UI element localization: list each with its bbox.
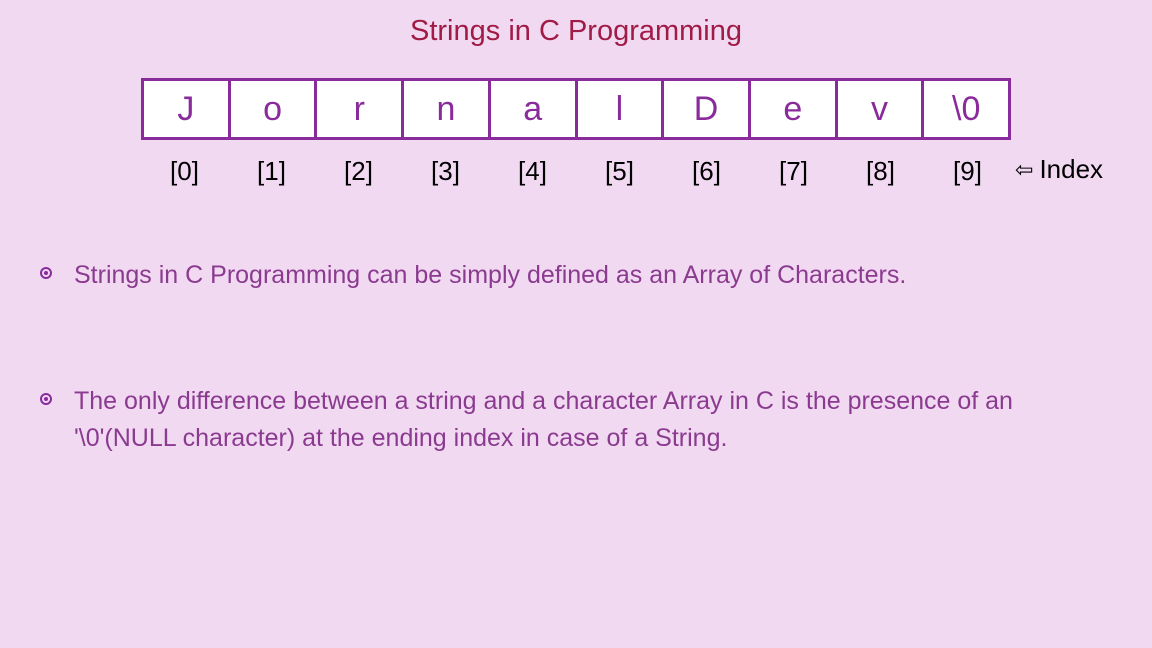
cell: J — [144, 81, 231, 137]
index: [6] — [663, 156, 750, 187]
bullet-icon — [40, 393, 52, 405]
cell: a — [491, 81, 578, 137]
index: [5] — [576, 156, 663, 187]
index-pointer: ⇦ Index — [1011, 154, 1103, 185]
index: [0] — [141, 156, 228, 187]
bullet-icon — [40, 267, 52, 279]
bullet-list: Strings in C Programming can be simply d… — [40, 257, 1112, 456]
cell: v — [838, 81, 925, 137]
index: [2] — [315, 156, 402, 187]
index: [4] — [489, 156, 576, 187]
index-label: Index — [1039, 154, 1103, 185]
array-cells: J o r n a l D e v \0 — [141, 78, 1011, 140]
cell: n — [404, 81, 491, 137]
arrow-left-icon: ⇦ — [1015, 157, 1033, 183]
index: [1] — [228, 156, 315, 187]
index: [3] — [402, 156, 489, 187]
cell: o — [231, 81, 318, 137]
index: [7] — [750, 156, 837, 187]
list-item: The only difference between a string and… — [40, 383, 1112, 456]
cell: \0 — [924, 81, 1008, 137]
array-indices: [0] [1] [2] [3] [4] [5] [6] [7] [8] [9] — [141, 156, 1011, 187]
bullet-text: The only difference between a string and… — [74, 383, 1112, 456]
page-title: Strings in C Programming — [0, 15, 1152, 48]
bullet-text: Strings in C Programming can be simply d… — [74, 257, 906, 293]
index: [8] — [837, 156, 924, 187]
cell: l — [578, 81, 665, 137]
cell: D — [664, 81, 751, 137]
array-diagram: J o r n a l D e v \0 [0] [1] [2] [3] [4]… — [141, 78, 1011, 187]
cell: r — [317, 81, 404, 137]
cell: e — [751, 81, 838, 137]
list-item: Strings in C Programming can be simply d… — [40, 257, 1112, 293]
index: [9] — [924, 156, 1011, 187]
